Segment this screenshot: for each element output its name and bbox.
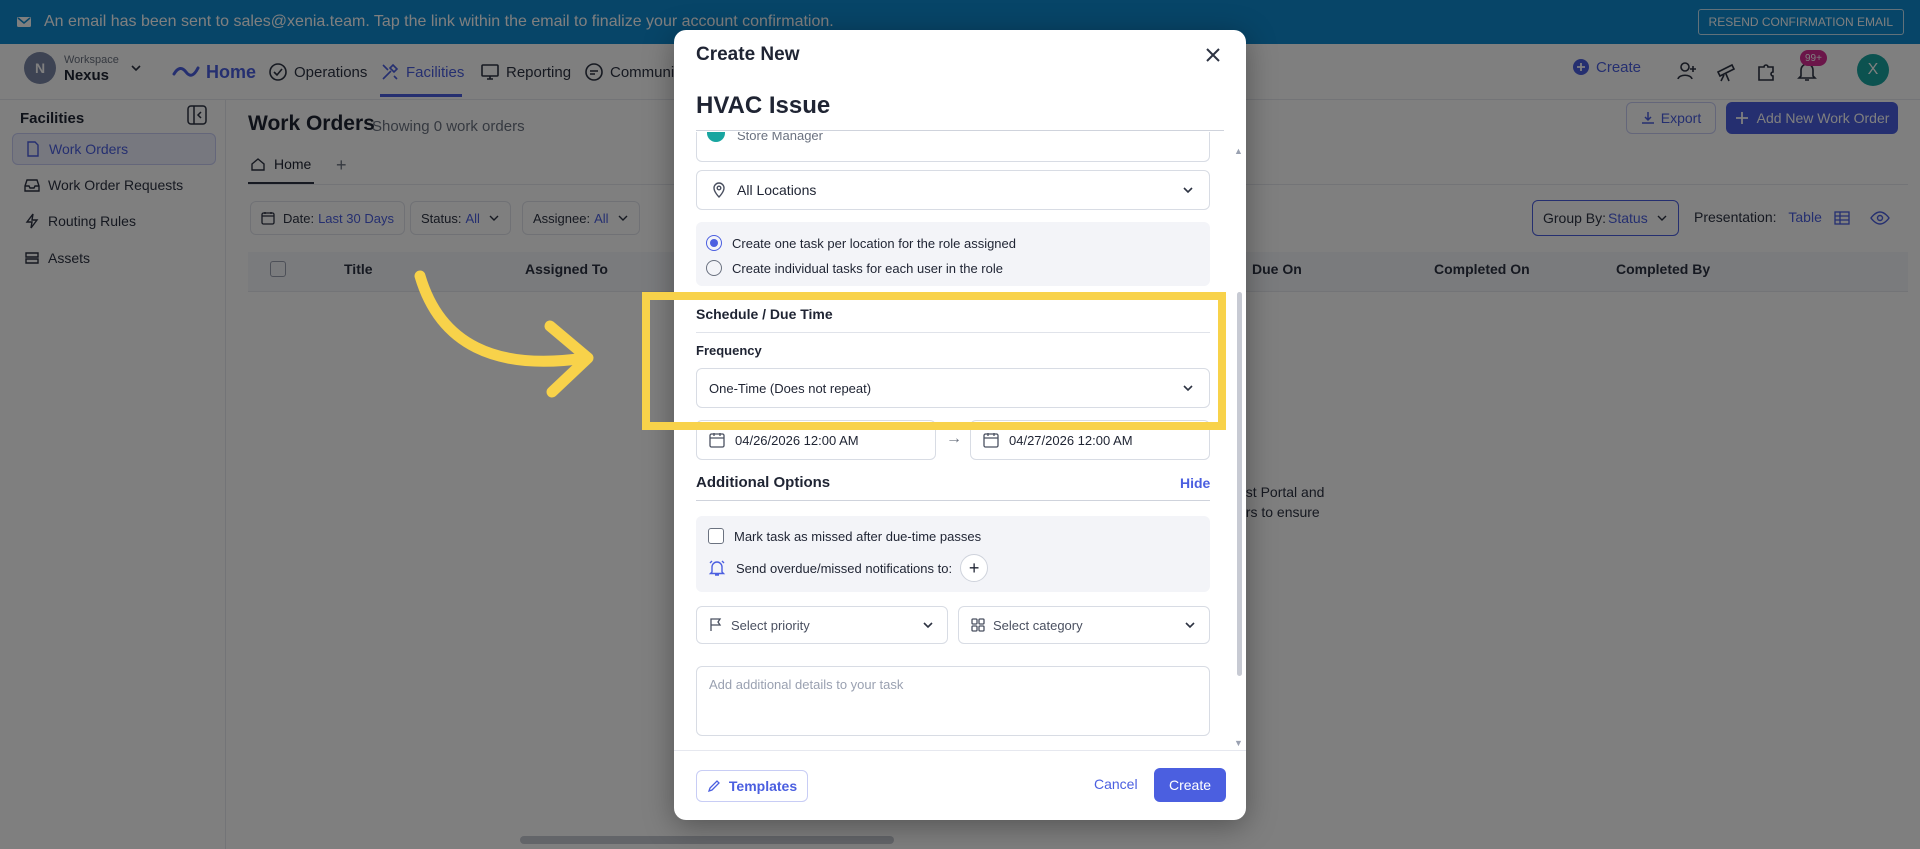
task-name-underline [696, 130, 1224, 131]
date-range-arrow-icon: → [946, 430, 962, 447]
radio-one-task-per-location[interactable]: Create one task per location for the rol… [706, 235, 1016, 251]
flag-icon [710, 618, 722, 631]
grid-icon [971, 618, 985, 632]
scroll-up-arrow-icon[interactable]: ▲ [1234, 146, 1243, 156]
add-notification-recipient-button[interactable]: + [960, 554, 989, 582]
mark-missed-option[interactable]: Mark task as missed after due-time passe… [708, 528, 981, 544]
additional-options-title: Additional Options [696, 474, 831, 491]
chevron-down-icon [923, 622, 933, 629]
notify-label: Send overdue/missed notifications to: [736, 560, 953, 576]
modal-title: Create New [696, 44, 800, 65]
radio-button-selected[interactable] [706, 235, 722, 251]
location-pin-icon [713, 182, 725, 198]
close-icon[interactable] [1202, 44, 1224, 66]
task-details-textarea[interactable]: Add additional details to your task [696, 666, 1210, 736]
pointer-arrow-icon [414, 270, 594, 398]
chevron-down-icon [1185, 622, 1195, 629]
category-placeholder: Select category [993, 617, 1083, 633]
role-avatar [707, 132, 725, 142]
notify-option: Send overdue/missed notifications to: + [708, 554, 989, 582]
end-date-value: 04/27/2026 12:00 AM [1009, 432, 1133, 448]
location-value: All Locations [737, 182, 817, 198]
create-button[interactable]: Create [1154, 768, 1226, 802]
scroll-down-arrow-icon[interactable]: ▼ [1234, 738, 1243, 748]
calendar-icon [983, 433, 999, 448]
priority-placeholder: Select priority [731, 617, 810, 633]
cancel-button[interactable]: Cancel [1094, 776, 1138, 792]
mark-missed-checkbox[interactable] [708, 528, 724, 544]
radio-button[interactable] [706, 260, 722, 276]
mark-missed-label: Mark task as missed after due-time passe… [734, 528, 982, 544]
radio-individual-tasks[interactable]: Create individual tasks for each user in… [706, 260, 1003, 276]
priority-select[interactable]: Select priority [696, 606, 948, 644]
start-date-value: 04/26/2026 12:00 AM [735, 432, 859, 448]
additional-options-divider [696, 500, 1210, 501]
modal-scrollbar[interactable] [1237, 292, 1242, 676]
category-select[interactable]: Select category [958, 606, 1210, 644]
radio-one-label: Create one task per location for the rol… [732, 235, 1017, 251]
task-name-input[interactable]: HVAC Issue [696, 92, 830, 120]
chevron-down-icon [1183, 187, 1193, 194]
pencil-icon [707, 780, 720, 793]
location-select[interactable]: All Locations [696, 170, 1210, 210]
templates-label: Templates [728, 778, 798, 794]
role-value: Store Manager [737, 132, 823, 143]
task-creation-options [696, 222, 1210, 286]
templates-button[interactable]: Templates [696, 770, 808, 802]
radio-two-label: Create individual tasks for each user in… [732, 260, 1003, 276]
highlight-box [642, 292, 1226, 430]
modal-footer-divider [674, 750, 1246, 751]
hide-options-link[interactable]: Hide [1180, 475, 1210, 491]
calendar-icon [709, 433, 725, 448]
alarm-bell-icon [708, 560, 726, 576]
role-select[interactable]: Store Manager [696, 132, 1210, 162]
